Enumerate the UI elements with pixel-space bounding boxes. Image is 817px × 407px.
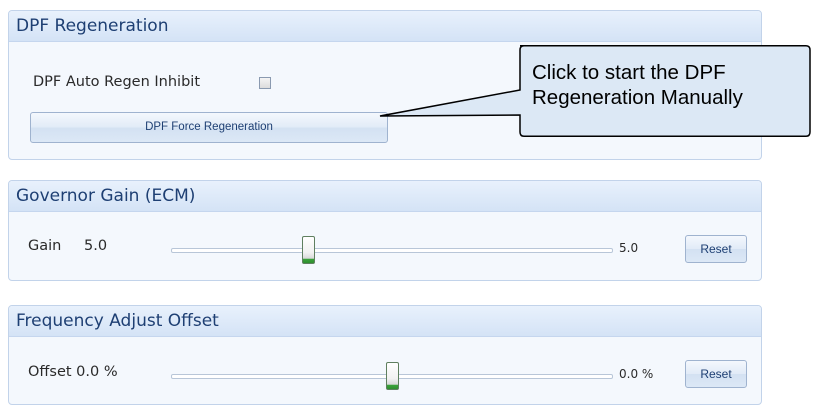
gain-value: 5.0	[84, 238, 108, 254]
frequency-adjust-panel: Frequency Adjust Offset Offset 0.0 % 0.0…	[8, 305, 762, 405]
force-regeneration-callout: Click to start the DPF Regeneration Manu…	[379, 45, 811, 137]
gain-reset-button[interactable]: Reset	[685, 235, 747, 263]
dpf-regeneration-title: DPF Regeneration	[9, 11, 761, 42]
governor-gain-title: Governor Gain (ECM)	[9, 181, 761, 212]
offset-slider[interactable]	[171, 362, 613, 392]
gain-slider-value: 5.0	[619, 241, 639, 255]
gain-label: Gain	[28, 238, 62, 254]
gain-slider-thumb[interactable]	[302, 236, 315, 264]
offset-reset-button[interactable]: Reset	[685, 360, 747, 388]
force-regeneration-button[interactable]: DPF Force Regeneration	[30, 112, 388, 143]
auto-regen-inhibit-label: DPF Auto Regen Inhibit	[33, 74, 201, 90]
auto-regen-inhibit-checkbox[interactable]	[259, 77, 271, 89]
callout-line-1: Click to start the DPF	[532, 61, 726, 84]
frequency-adjust-title: Frequency Adjust Offset	[9, 306, 761, 337]
offset-slider-value: 0.0 %	[619, 367, 654, 381]
callout-text: Click to start the DPF Regeneration Manu…	[532, 60, 743, 110]
offset-label: Offset 0.0 %	[28, 364, 118, 380]
governor-gain-panel: Governor Gain (ECM) Gain 5.0 5.0 Reset	[8, 180, 762, 281]
offset-slider-thumb[interactable]	[386, 362, 399, 390]
dpf-settings-page: DPF Regeneration DPF Auto Regen Inhibit …	[0, 0, 817, 407]
callout-line-2: Regeneration Manually	[532, 86, 743, 109]
gain-slider[interactable]	[171, 236, 613, 266]
gain-slider-track[interactable]	[171, 248, 613, 253]
